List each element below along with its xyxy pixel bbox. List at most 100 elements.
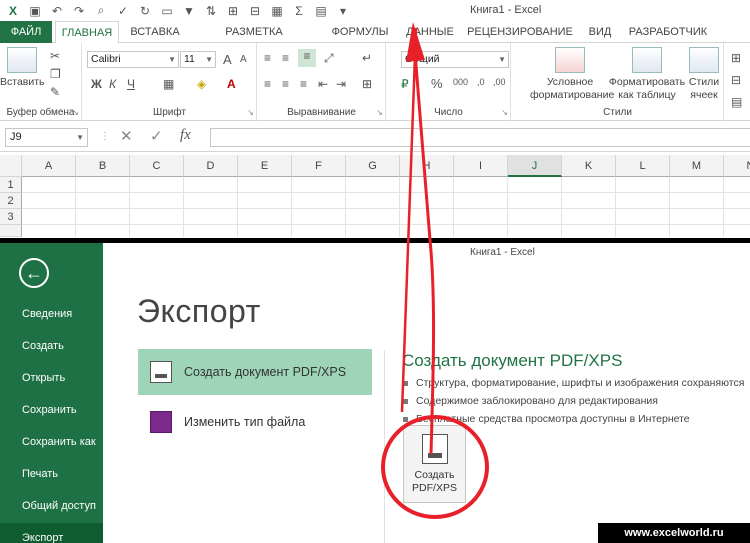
column-header[interactable]: M	[670, 155, 724, 177]
cell-styles-button[interactable]: Стили ячеек	[682, 47, 726, 102]
column-header[interactable]: J	[508, 155, 562, 177]
increase-indent-icon[interactable]: ⇥	[336, 77, 346, 91]
create-pdf-xps-button[interactable]: Создать PDF/XPS	[403, 425, 466, 503]
conditional-formatting-button[interactable]: Условное форматирование	[530, 47, 614, 102]
name-box[interactable]: J9 ▼	[5, 128, 88, 147]
align-bottom-icon[interactable]: ≡	[298, 49, 316, 67]
align-middle-icon[interactable]: ≡	[282, 51, 289, 65]
column-header[interactable]: K	[562, 155, 616, 177]
column-header[interactable]: N	[724, 155, 750, 177]
bold-button[interactable]: Ж	[91, 77, 102, 91]
font-size-select[interactable]: 11 ▼	[180, 51, 216, 68]
alignment-launcher-icon[interactable]: ↘	[376, 108, 383, 117]
tab-insert[interactable]: ВСТАВКА	[124, 21, 186, 43]
decrease-decimal-icon[interactable]: ,00	[493, 77, 506, 87]
shrink-font-button[interactable]: A	[240, 54, 247, 65]
paste-button[interactable]: Вставить	[0, 47, 45, 89]
number-launcher-icon[interactable]: ↘	[501, 108, 508, 117]
tab-home[interactable]: ГЛАВНАЯ	[55, 21, 119, 44]
currency-icon[interactable]: ₽	[401, 77, 409, 91]
format-as-table-button[interactable]: Форматировать как таблицу	[608, 47, 686, 102]
tab-review[interactable]: РЕЦЕНЗИРОВАНИЕ	[466, 21, 574, 43]
nav-share[interactable]: Общий доступ	[0, 491, 103, 521]
increase-decimal-icon[interactable]: ,0	[477, 77, 485, 87]
tab-file[interactable]: ФАЙЛ	[0, 21, 52, 43]
format-painter-icon[interactable]: ✎	[50, 85, 60, 99]
filter-icon[interactable]: ▼	[180, 3, 198, 19]
borders-icon[interactable]: ▦	[163, 77, 174, 91]
italic-button[interactable]: К	[109, 77, 116, 91]
form-icon[interactable]: ▭	[158, 3, 176, 19]
underline-button[interactable]: Ч	[127, 77, 135, 91]
column-header[interactable]: B	[76, 155, 130, 177]
select-all-corner[interactable]	[0, 155, 22, 177]
nav-save-as[interactable]: Сохранить как	[0, 427, 103, 457]
clipboard-launcher-icon[interactable]: ↘	[72, 108, 79, 117]
customize-qat-icon[interactable]: ▾	[334, 3, 352, 19]
tab-page-layout[interactable]: РАЗМЕТКА СТРАНИЦЫ	[193, 21, 315, 60]
nav-print[interactable]: Печать	[0, 459, 103, 489]
font-color-icon[interactable]: A	[227, 77, 236, 91]
fill-color-icon[interactable]: ◈	[197, 77, 206, 91]
nav-new[interactable]: Создать	[0, 331, 103, 361]
calendar-icon[interactable]: ▤	[312, 3, 330, 19]
column-header[interactable]: A	[22, 155, 76, 177]
insert-icon[interactable]: ⊞	[731, 51, 741, 65]
grow-font-button[interactable]: A	[223, 52, 232, 67]
borders-icon[interactable]: ▦	[268, 3, 286, 19]
redo-icon[interactable]: ↷	[70, 3, 88, 19]
enter-icon[interactable]: ✓	[150, 127, 163, 145]
row-header[interactable]	[0, 225, 22, 237]
insert-function-button[interactable]: fx	[180, 127, 191, 144]
undo-icon[interactable]: ↶	[48, 3, 66, 19]
percent-button[interactable]: %	[431, 76, 443, 91]
nav-info[interactable]: Сведения	[0, 299, 103, 329]
formula-input[interactable]	[210, 128, 750, 147]
sort-icon[interactable]: ⇅	[202, 3, 220, 19]
tab-developer[interactable]: РАЗРАБОТЧИК	[626, 21, 710, 43]
column-header[interactable]: F	[292, 155, 346, 177]
nav-save[interactable]: Сохранить	[0, 395, 103, 425]
merge-center-icon[interactable]: ⊞	[362, 77, 372, 91]
cut-icon[interactable]: ✂	[50, 49, 60, 63]
wrap-text-icon[interactable]: ↵	[362, 51, 372, 65]
column-header[interactable]: E	[238, 155, 292, 177]
copy-icon[interactable]: ❐	[50, 67, 61, 81]
back-arrow-icon[interactable]: ←	[19, 258, 49, 288]
nav-open[interactable]: Открыть	[0, 363, 103, 393]
align-top-icon[interactable]: ≡	[264, 51, 271, 65]
format-icon[interactable]: ▤	[731, 95, 742, 109]
delete-cells-icon[interactable]: ⊟	[246, 3, 264, 19]
column-header[interactable]: L	[616, 155, 670, 177]
autosum-icon[interactable]: Σ	[290, 3, 308, 19]
row-header[interactable]: 2	[0, 193, 22, 209]
column-header[interactable]: D	[184, 155, 238, 177]
column-header[interactable]: C	[130, 155, 184, 177]
column-header[interactable]: H	[400, 155, 454, 177]
decrease-indent-icon[interactable]: ⇤	[318, 77, 328, 91]
tab-formulas[interactable]: ФОРМУЛЫ	[326, 21, 394, 43]
row-header[interactable]: 1	[0, 177, 22, 193]
refresh-icon[interactable]: ↻	[136, 3, 154, 19]
create-pdf-xps-option[interactable]: Создать документ PDF/XPS	[138, 349, 372, 395]
align-center-icon[interactable]: ≡	[282, 77, 289, 91]
align-left-icon[interactable]: ≡	[264, 77, 271, 91]
cancel-icon[interactable]: ✕	[120, 127, 133, 145]
font-launcher-icon[interactable]: ↘	[247, 108, 254, 117]
save-icon[interactable]: ▣	[26, 3, 44, 19]
font-name-select[interactable]: Calibri ▼	[87, 51, 179, 68]
row-header[interactable]: 3	[0, 209, 22, 225]
column-header[interactable]: I	[454, 155, 508, 177]
print-preview-icon[interactable]: ⌕	[92, 3, 110, 19]
delete-icon[interactable]: ⊟	[731, 73, 741, 87]
change-file-type-option[interactable]: Изменить тип файла	[138, 399, 372, 445]
tab-view[interactable]: ВИД	[580, 21, 620, 43]
insert-cells-icon[interactable]: ⊞	[224, 3, 242, 19]
worksheet-grid[interactable]: ABCDEFGHIJKLMN 123	[0, 155, 750, 237]
tab-data[interactable]: ДАННЫЕ	[399, 21, 461, 43]
nav-export[interactable]: Экспорт	[0, 523, 103, 543]
orientation-icon[interactable]: ⤢	[324, 51, 334, 66]
column-header[interactable]: G	[346, 155, 400, 177]
number-format-select[interactable]: Общий ▼	[401, 51, 509, 68]
spelling-icon[interactable]: ✓	[114, 3, 132, 19]
